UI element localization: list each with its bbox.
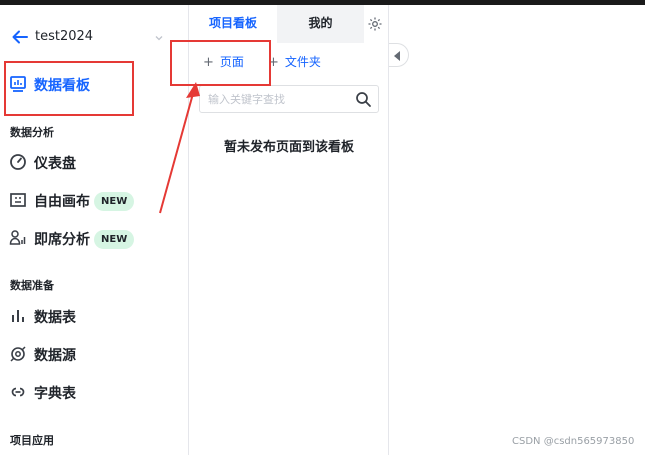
search-icon[interactable] xyxy=(355,91,372,108)
board-panel: 项目看板 我的 + 页面 + 文件夹 暂未发布页面到该看板 xyxy=(189,5,389,455)
sidebar-item-label: 字典表 xyxy=(34,386,76,402)
sidebar-item-data-board[interactable]: 数据看板 xyxy=(0,67,189,101)
watermark: CSDN @csdn565973850 xyxy=(512,436,635,447)
section-title-apps: 项目应用 xyxy=(10,434,54,447)
tab-mine[interactable]: 我的 xyxy=(277,5,364,43)
sidebar-item-label: 即席分析 xyxy=(34,232,90,248)
search-input[interactable] xyxy=(208,90,348,108)
new-badge: NEW xyxy=(94,230,135,249)
dictionary-icon xyxy=(11,387,25,397)
gauge-icon xyxy=(10,154,26,170)
adhoc-analysis-icon xyxy=(9,230,26,245)
collapse-panel-button[interactable] xyxy=(389,43,409,67)
sidebar-item-data-table[interactable]: 数据表 xyxy=(0,299,189,333)
bar-chart-icon xyxy=(12,310,24,322)
add-folder-button[interactable]: + 文件夹 xyxy=(268,53,321,73)
sidebar-item-label: 数据看板 xyxy=(34,78,90,94)
sidebar-item-data-source[interactable]: 数据源 xyxy=(0,337,189,371)
add-folder-label: 文件夹 xyxy=(284,55,321,69)
add-page-label: 页面 xyxy=(219,55,244,69)
plus-icon: + xyxy=(203,55,214,70)
sidebar-item-adhoc-analysis[interactable]: 即席分析 NEW xyxy=(0,221,189,255)
search-box xyxy=(199,85,379,113)
new-badge: NEW xyxy=(94,192,135,211)
chevron-down-icon[interactable] xyxy=(153,32,165,44)
sidebar-item-label: 仪表盘 xyxy=(34,156,76,172)
gear-icon[interactable] xyxy=(367,16,383,32)
plus-icon: + xyxy=(268,55,279,70)
sidebar-item-label: 数据源 xyxy=(34,348,76,364)
project-header: test2024 xyxy=(0,23,189,53)
add-page-button[interactable]: + 页面 xyxy=(203,53,244,73)
section-title-preparation: 数据准备 xyxy=(10,279,54,292)
panel-tabs: 项目看板 我的 xyxy=(189,5,389,43)
dashboard-board-icon xyxy=(10,76,26,92)
empty-state-text: 暂未发布页面到该看板 xyxy=(223,140,354,155)
section-title-analysis: 数据分析 xyxy=(10,126,54,139)
sidebar-item-free-canvas[interactable]: 自由画布 NEW xyxy=(0,183,189,217)
sidebar-item-label: 自由画布 xyxy=(34,194,90,210)
tab-project-board[interactable]: 项目看板 xyxy=(189,5,277,43)
project-name[interactable]: test2024 xyxy=(35,29,93,44)
canvas-icon xyxy=(10,193,26,207)
caret-left-icon xyxy=(394,51,400,61)
sidebar-item-label: 数据表 xyxy=(34,310,76,326)
sidebar: test2024 数据看板 数据分析 仪表盘 自由画布 NEW 即席分析 NEW… xyxy=(0,5,189,455)
data-source-icon xyxy=(10,346,26,362)
arrow-left-icon[interactable] xyxy=(11,28,29,46)
sidebar-item-dashboard[interactable]: 仪表盘 xyxy=(0,145,189,179)
sidebar-item-dictionary[interactable]: 字典表 xyxy=(0,375,189,409)
